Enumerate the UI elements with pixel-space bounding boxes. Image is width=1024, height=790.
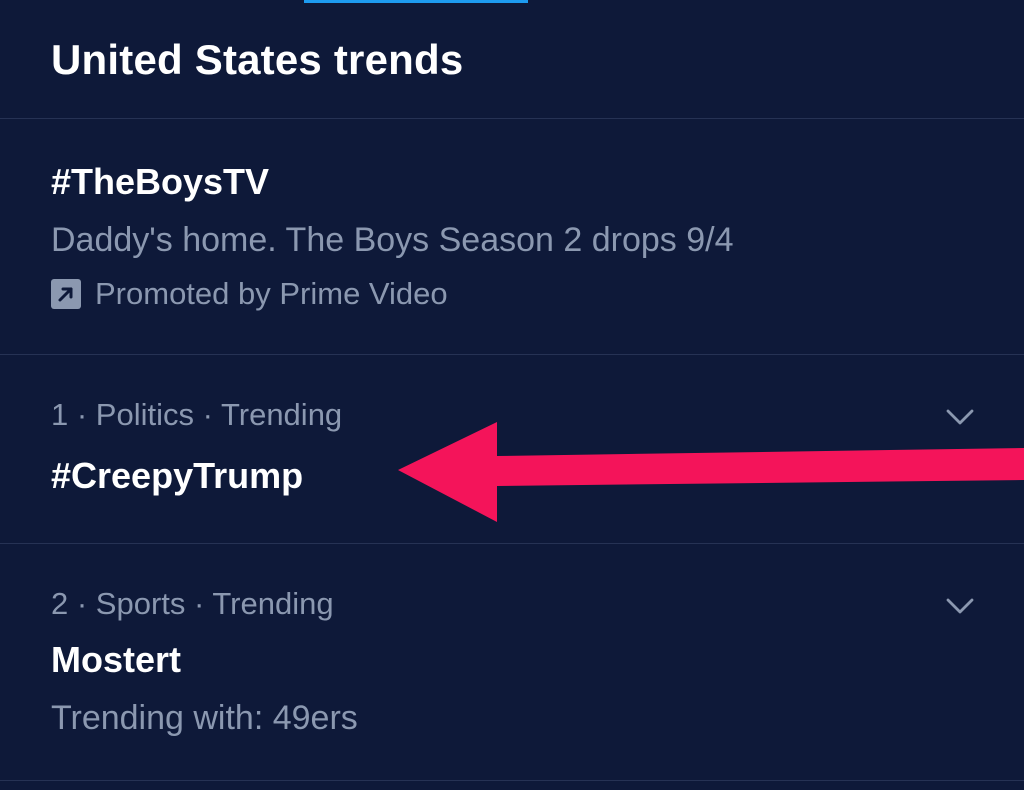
trend-name[interactable]: Mostert [51, 639, 181, 681]
trends-header: United States trends [0, 0, 1024, 119]
trend-context: Trending with: 49ers [51, 699, 358, 737]
promoted-by-label: Promoted by Prime Video [95, 276, 448, 311]
red-arrow-icon [398, 422, 1024, 522]
trend-name[interactable]: #CreepyTrump [51, 455, 303, 497]
trend-meta: 2 · Sports · Trending [51, 586, 334, 621]
trend-name[interactable]: #TheBoysTV [51, 161, 269, 203]
chevron-down-icon[interactable] [942, 594, 978, 618]
promoted-trend-item[interactable]: #TheBoysTV Daddy's home. The Boys Season… [0, 119, 1024, 355]
trend-item[interactable]: 2 · Sports · Trending Mostert Trending w… [0, 544, 1024, 781]
promoted-arrow-icon [51, 279, 81, 309]
trend-description: Daddy's home. The Boys Season 2 drops 9/… [51, 221, 734, 259]
trends-page: United States trends #TheBoysTV Daddy's … [0, 0, 1024, 790]
promoted-by-row[interactable]: Promoted by Prime Video [51, 276, 448, 312]
page-title: United States trends [51, 36, 464, 83]
trend-meta: 1 · Politics · Trending [51, 397, 343, 432]
